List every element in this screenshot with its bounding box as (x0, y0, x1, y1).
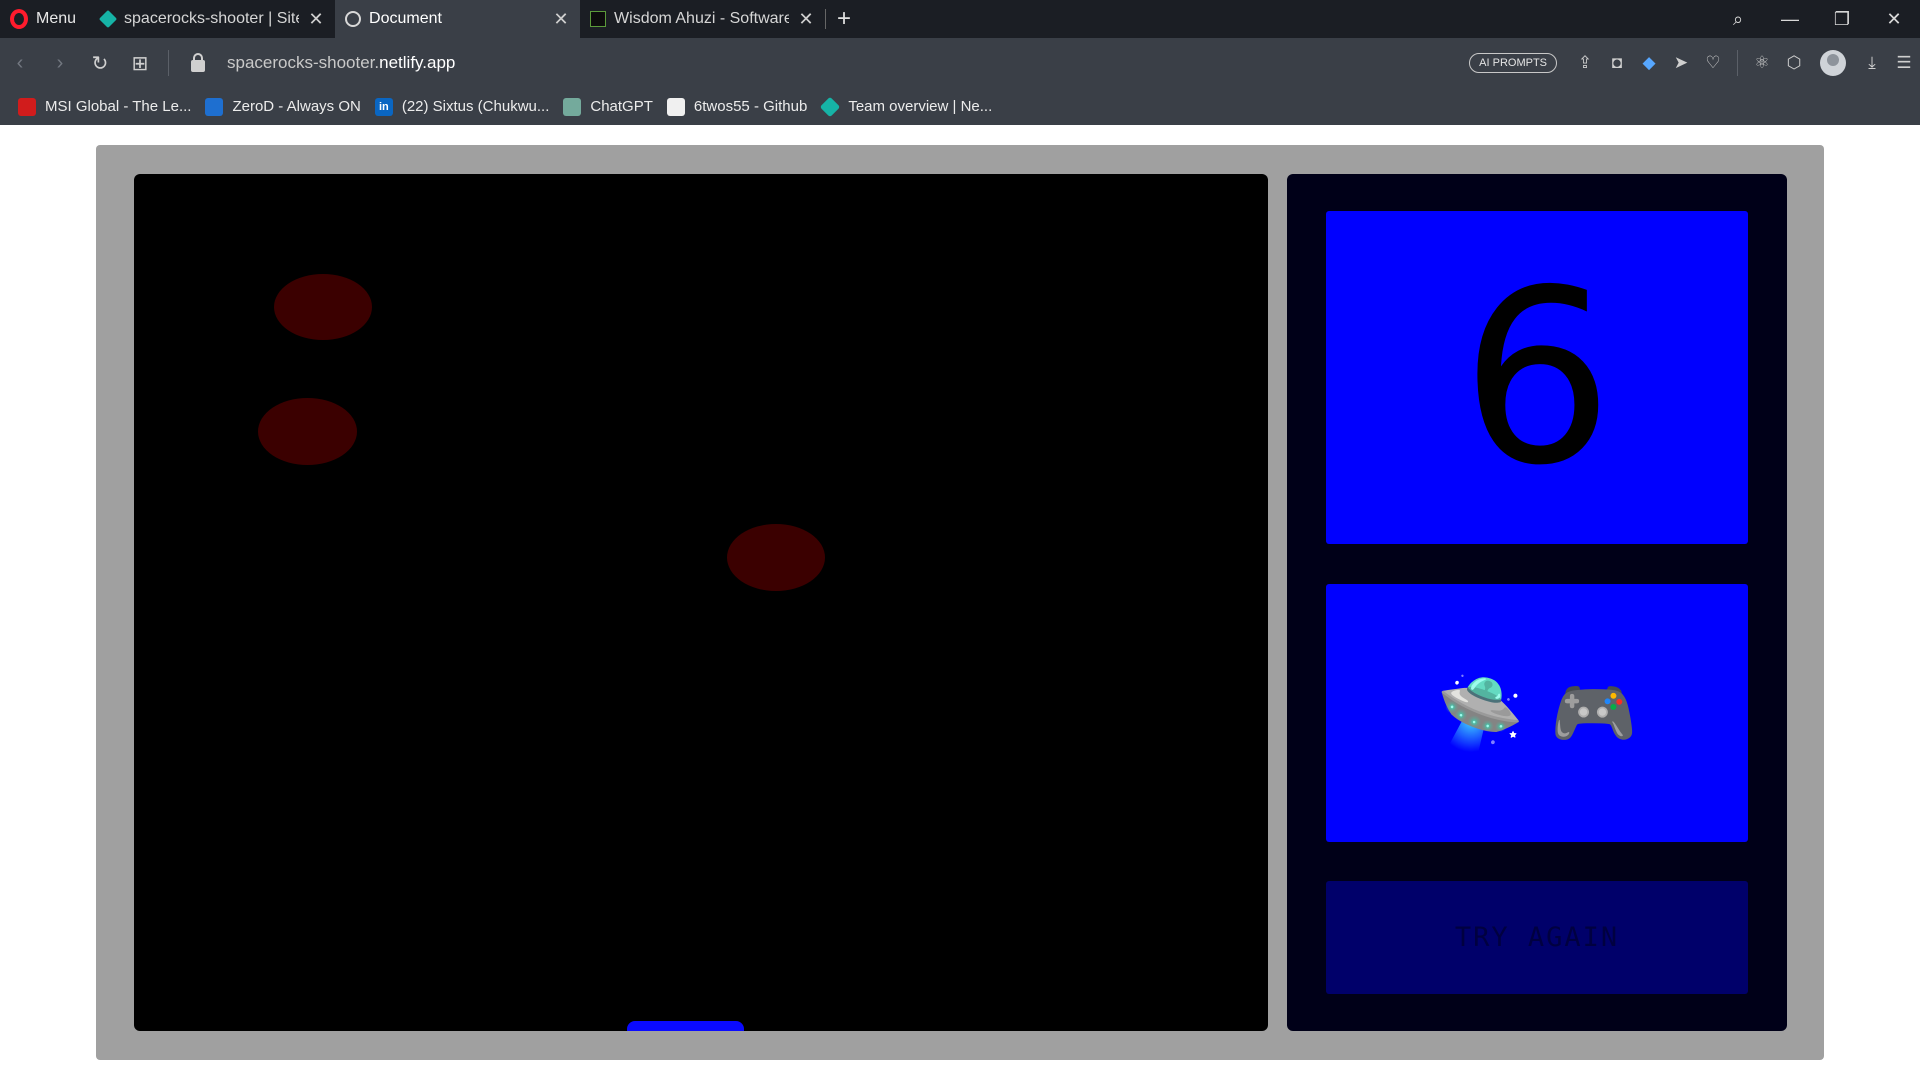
camera-icon[interactable]: ◘ (1601, 53, 1633, 73)
share-icon[interactable]: ⇪ (1569, 53, 1601, 73)
shield-icon[interactable]: ◆ (1633, 53, 1665, 73)
opera-menu-button[interactable]: Menu (0, 0, 90, 38)
tab-document[interactable]: Document ✕ (335, 0, 581, 38)
close-icon[interactable]: ✕ (307, 9, 325, 30)
tab-title: Wisdom Ahuzi - Software E (614, 10, 790, 27)
score-display: 6 (1326, 211, 1748, 544)
menu-label: Menu (36, 10, 77, 27)
game-controller-icon: 🎮 (1550, 671, 1638, 754)
game-container: 6 🛸 🎮 TRY AGAIN (96, 145, 1824, 1060)
terminal-icon (590, 11, 607, 27)
bookmark-label: ChatGPT (590, 98, 653, 115)
download-icon[interactable]: ⤓ (1856, 53, 1888, 73)
game-sidebar: 6 🛸 🎮 TRY AGAIN (1287, 174, 1787, 1031)
bookmark-msi[interactable]: MSI Global - The Le... (18, 97, 192, 116)
address-toolbar: ‹ › ↻ ⊞ spacerocks-shooter.netlify.app A… (0, 38, 1920, 88)
tab-spacerocks-shooter[interactable]: spacerocks-shooter | Site o ✕ (90, 0, 335, 38)
tab-strip: Menu spacerocks-shooter | Site o ✕ Docum… (0, 0, 1920, 38)
tab-wisdom-ahuzi[interactable]: Wisdom Ahuzi - Software E ✕ (580, 0, 825, 38)
space-rock (274, 274, 372, 340)
tab-grid-icon[interactable]: ⊞ (120, 51, 160, 76)
bookmark-github[interactable]: 6twos55 - Github (666, 97, 808, 116)
cube-icon[interactable]: ⬡ (1778, 53, 1810, 73)
github-icon (666, 97, 685, 116)
space-rock (258, 398, 357, 465)
easy-setup-icon[interactable]: ☰ (1888, 53, 1920, 73)
tab-title: spacerocks-shooter | Site o (124, 10, 300, 27)
bookmark-chatgpt[interactable]: ChatGPT (563, 97, 653, 116)
close-window-button[interactable]: ✕ (1868, 9, 1920, 30)
ufo-icon: 🛸 (1436, 671, 1524, 754)
game-emoji-panel: 🛸 🎮 (1326, 584, 1748, 842)
toolbar-divider (1737, 50, 1738, 76)
toolbar-divider (168, 50, 169, 76)
chatgpt-icon (563, 97, 582, 116)
url-host: spacerocks-shooter. (227, 53, 380, 72)
netlify-diamond-icon (820, 96, 841, 117)
toolbar-actions: AI PROMPTS ⇪ ◘ ◆ ➤ ♡ ⚛ ⬡ ⤓ ☰ (1469, 38, 1920, 88)
opera-logo-icon (10, 9, 28, 29)
linkedin-icon: in (374, 97, 393, 116)
space-rock (727, 524, 825, 591)
search-tabs-icon[interactable]: ⌕ (1712, 9, 1764, 30)
page-viewport: 6 🛸 🎮 TRY AGAIN (6, 125, 1916, 1077)
new-tab-button[interactable]: + (826, 5, 862, 33)
back-button[interactable]: ‹ (0, 52, 40, 75)
forward-button[interactable]: › (40, 52, 80, 75)
bookmark-label: Team overview | Ne... (848, 98, 993, 115)
bookmark-netlify-team[interactable]: Team overview | Ne... (820, 96, 993, 117)
address-field[interactable]: spacerocks-shooter.netlify.app (227, 53, 455, 73)
reload-button[interactable]: ↻ (80, 51, 120, 76)
msi-icon (18, 97, 36, 116)
tab-title: Document (369, 10, 442, 27)
restore-button[interactable]: ❐ (1816, 9, 1868, 30)
bookmark-label: (22) Sixtus (Chukwu... (401, 98, 550, 115)
atom-icon[interactable]: ⚛ (1746, 53, 1778, 73)
url-domain: netlify.app (379, 53, 456, 72)
ai-prompts-button[interactable]: AI PROMPTS (1469, 53, 1557, 73)
bookmark-label: ZeroD - Always ON (232, 98, 361, 115)
bookmark-zerod[interactable]: ZeroD - Always ON (205, 97, 361, 116)
bookmarks-bar: MSI Global - The Le... ZeroD - Always ON… (0, 88, 1920, 125)
game-canvas[interactable] (134, 174, 1268, 1031)
netlify-diamond-icon (98, 9, 118, 29)
globe-icon (345, 11, 362, 27)
heart-icon[interactable]: ♡ (1697, 53, 1729, 73)
lock-icon[interactable] (191, 53, 205, 72)
close-icon[interactable]: ✕ (797, 9, 815, 30)
send-icon[interactable]: ➤ (1665, 53, 1697, 73)
player-ship[interactable] (627, 1021, 744, 1031)
try-again-button[interactable]: TRY AGAIN (1326, 881, 1748, 994)
avatar[interactable] (1820, 50, 1846, 76)
window-controls: ⌕ — ❐ ✕ (1712, 0, 1920, 38)
bookmark-label: MSI Global - The Le... (45, 98, 192, 115)
close-icon[interactable]: ✕ (552, 9, 570, 30)
minimize-button[interactable]: — (1764, 9, 1816, 30)
bookmark-label: 6twos55 - Github (693, 98, 808, 115)
bookmark-linkedin[interactable]: in (22) Sixtus (Chukwu... (374, 97, 550, 116)
browser-window: Menu spacerocks-shooter | Site o ✕ Docum… (0, 0, 1920, 1080)
zerod-icon (205, 97, 224, 116)
